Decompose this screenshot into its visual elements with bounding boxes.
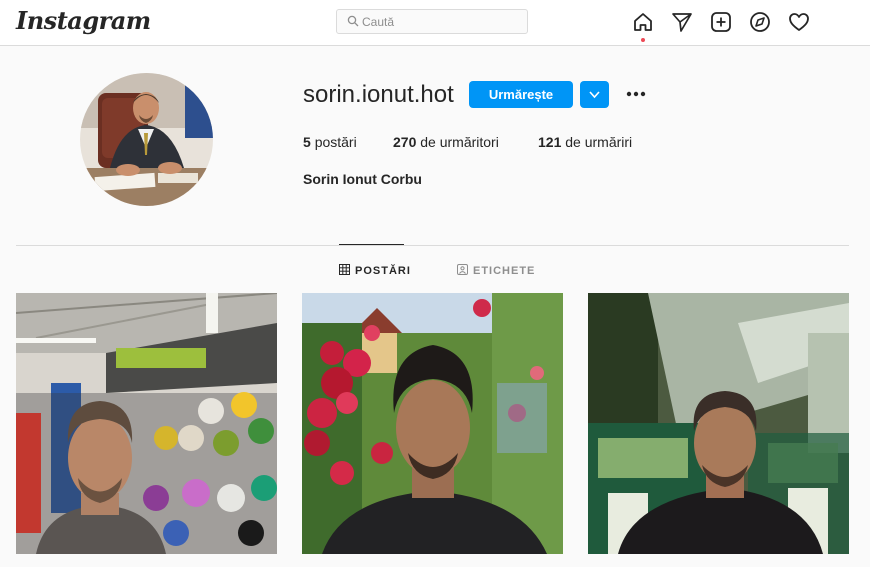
new-post-icon[interactable]	[710, 11, 732, 33]
grid-icon	[339, 264, 350, 275]
search-icon	[347, 15, 359, 27]
suggested-accounts-dropdown-button[interactable]	[580, 81, 609, 108]
profile-avatar[interactable]	[80, 73, 213, 206]
more-options-icon[interactable]	[624, 85, 648, 103]
direct-send-icon[interactable]	[671, 11, 693, 33]
tab-posts[interactable]: POSTĂRI	[339, 264, 411, 277]
active-tab-indicator	[339, 244, 404, 245]
posts-count-stat: 5 postări	[303, 134, 357, 150]
following-count: 121	[538, 134, 562, 150]
posts-count: 5	[303, 134, 311, 150]
following-label: de urmăriri	[565, 134, 633, 150]
follow-button[interactable]: Urmărește	[469, 81, 573, 108]
posts-label: postări	[314, 134, 357, 150]
post-thumbnail[interactable]	[302, 293, 563, 554]
chevron-down-icon	[589, 91, 600, 99]
tagged-icon	[457, 264, 468, 275]
profile-username: sorin.ionut.hot	[303, 81, 454, 108]
tab-tagged[interactable]: ETICHETE	[457, 264, 535, 277]
tab-posts-label: POSTĂRI	[355, 265, 411, 277]
post-thumbnail[interactable]	[588, 293, 849, 554]
tabs-divider	[16, 245, 849, 246]
followers-label: de urmăritori	[420, 134, 499, 150]
following-count-stat[interactable]: 121 de urmăriri	[538, 134, 632, 150]
post-thumbnail[interactable]	[16, 293, 277, 554]
search-input[interactable]	[362, 10, 522, 33]
profile-full-name: Sorin Ionut Corbu	[303, 171, 422, 187]
followers-count-stat[interactable]: 270 de urmăritori	[393, 134, 499, 150]
activity-heart-icon[interactable]	[788, 11, 810, 33]
tab-tagged-label: ETICHETE	[473, 265, 536, 277]
home-icon[interactable]	[632, 11, 654, 33]
home-active-dot	[641, 38, 645, 42]
search-box[interactable]	[336, 9, 528, 34]
followers-count: 270	[393, 134, 417, 150]
explore-compass-icon[interactable]	[749, 11, 771, 33]
instagram-logo[interactable]: Instagram	[16, 6, 151, 35]
top-navigation-bar: Instagram	[0, 0, 870, 46]
